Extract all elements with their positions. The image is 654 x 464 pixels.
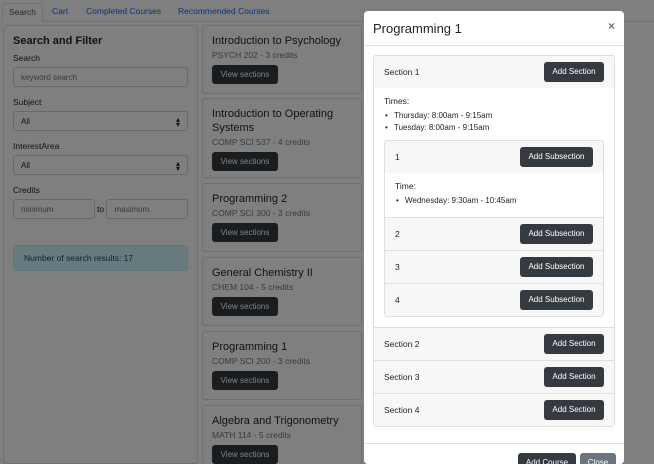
time-label: Time:: [395, 181, 416, 191]
add-course-button[interactable]: Add Course: [518, 453, 576, 464]
subsection-label: 3: [395, 262, 400, 272]
subsection-label: 4: [395, 295, 400, 305]
subsection-header[interactable]: 4 Add Subsection: [385, 284, 603, 316]
section-item: Section 4 Add Section: [374, 394, 614, 426]
subsection-item: 2 Add Subsection: [385, 218, 603, 251]
add-section-button[interactable]: Add Section: [544, 62, 604, 82]
times-label: Times:: [384, 96, 410, 106]
subsection-item: 3 Add Subsection: [385, 251, 603, 284]
modal-footer: Add Course Close: [364, 443, 624, 464]
section-header[interactable]: Section 3 Add Section: [374, 361, 614, 393]
section-body: Times: Thursday: 8:00am - 9:15am Tuesday…: [374, 88, 614, 327]
section-header[interactable]: Section 4 Add Section: [374, 394, 614, 426]
section-header[interactable]: Section 1 Add Section: [374, 56, 614, 88]
section-label: Section 1: [384, 67, 420, 77]
times-list: Thursday: 8:00am - 9:15am Tuesday: 8:00a…: [384, 110, 604, 134]
time-item: Wednesday: 9:30am - 10:45am: [395, 195, 593, 207]
add-subsection-button[interactable]: Add Subsection: [520, 147, 593, 167]
close-icon[interactable]: ×: [608, 19, 615, 33]
section-label: Section 4: [384, 405, 420, 415]
subsection-item: 4 Add Subsection: [385, 284, 603, 316]
modal-title: Programming 1: [373, 21, 462, 36]
section-header[interactable]: Section 2 Add Section: [374, 328, 614, 360]
subsection-label: 2: [395, 229, 400, 239]
subsection-header[interactable]: 3 Add Subsection: [385, 251, 603, 283]
subsection-item: 1 Add Subsection Time: Wednesday: 9:30am…: [385, 141, 603, 218]
add-section-button[interactable]: Add Section: [544, 334, 604, 354]
modal-body: Section 1 Add Section Times: Thursday: 8…: [364, 46, 624, 443]
add-section-button[interactable]: Add Section: [544, 400, 604, 420]
add-subsection-button[interactable]: Add Subsection: [520, 290, 593, 310]
subsection-label: 1: [395, 152, 400, 162]
section-label: Section 3: [384, 372, 420, 382]
times-list: Wednesday: 9:30am - 10:45am: [395, 195, 593, 207]
add-subsection-button[interactable]: Add Subsection: [520, 257, 593, 277]
section-item: Section 2 Add Section: [374, 328, 614, 361]
section-item: Section 1 Add Section Times: Thursday: 8…: [374, 56, 614, 328]
sections-accordion: Section 1 Add Section Times: Thursday: 8…: [373, 55, 615, 427]
section-label: Section 2: [384, 339, 420, 349]
time-item: Tuesday: 8:00am - 9:15am: [384, 122, 604, 134]
subsection-body: Time: Wednesday: 9:30am - 10:45am: [385, 173, 603, 217]
add-section-button[interactable]: Add Section: [544, 367, 604, 387]
add-subsection-button[interactable]: Add Subsection: [520, 224, 593, 244]
subsection-header[interactable]: 1 Add Subsection: [385, 141, 603, 173]
subsection-header[interactable]: 2 Add Subsection: [385, 218, 603, 250]
section-item: Section 3 Add Section: [374, 361, 614, 394]
modal-header: Programming 1 ×: [364, 11, 624, 46]
course-modal: Programming 1 × Section 1 Add Section Ti…: [364, 11, 624, 464]
time-item: Thursday: 8:00am - 9:15am: [384, 110, 604, 122]
subsections-accordion: 1 Add Subsection Time: Wednesday: 9:30am…: [384, 140, 604, 317]
close-button[interactable]: Close: [580, 453, 616, 464]
